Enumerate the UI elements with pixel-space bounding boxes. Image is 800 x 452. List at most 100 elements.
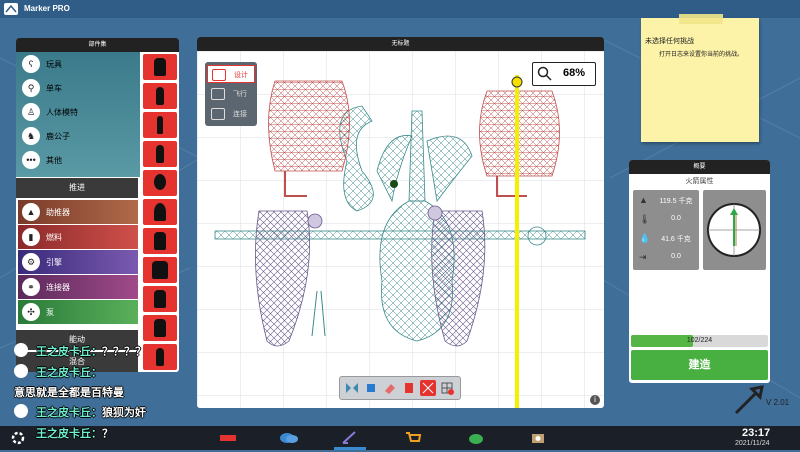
category-other[interactable]: ••• 其他 xyxy=(18,148,138,172)
connect-icon xyxy=(211,108,225,120)
chat-separator: ： xyxy=(91,428,102,440)
square-icon xyxy=(367,384,375,392)
category-bicycle[interactable]: ⚲ 单车 xyxy=(18,76,138,100)
paint-icon xyxy=(405,383,413,393)
eraser-icon xyxy=(385,384,395,394)
stat-temperature: 🌡 0.0 xyxy=(633,211,699,228)
frog-icon xyxy=(469,434,483,444)
chat-avatar xyxy=(14,364,28,378)
clock-date: 2021/11/24 xyxy=(735,440,770,447)
stat-value: 0.0 xyxy=(671,215,681,222)
chat-username: 王之皮卡丘 xyxy=(36,346,91,358)
part-thumbnail[interactable] xyxy=(143,112,177,138)
part-thumbnail[interactable] xyxy=(143,54,177,80)
category-deer[interactable]: ♞ 鹿公子 xyxy=(18,124,138,148)
chat-message: 意思就是全都是百特曼 xyxy=(14,384,124,400)
nav-design-button[interactable] xyxy=(340,429,360,447)
person-icon: ♙ xyxy=(22,103,40,121)
category-label: 连接器 xyxy=(46,283,70,292)
stat-value: 41.6 千克 xyxy=(661,236,691,243)
build-button[interactable]: 建造 xyxy=(631,350,768,380)
category-label: 人体模特 xyxy=(46,108,78,117)
pattern-tool-button[interactable] xyxy=(420,380,436,396)
category-pump[interactable]: ✣ 泵 xyxy=(18,300,138,324)
chat-icon xyxy=(280,433,298,443)
rocket-properties-label: 火箭属性 xyxy=(685,178,714,185)
challenge-title: 未选择任何挑战 xyxy=(645,38,694,45)
compass-icon xyxy=(707,203,761,257)
category-toys[interactable]: ʕ 玩具 xyxy=(18,52,138,76)
mode-fly-button[interactable]: 飞行 xyxy=(207,85,253,101)
section-propulsion[interactable]: 推进 xyxy=(16,178,138,198)
settings-gear-icon[interactable] xyxy=(10,430,26,446)
nav-camera-button[interactable] xyxy=(528,429,548,447)
parts-panel-title: 部件集 xyxy=(16,38,179,52)
mode-connect-button[interactable]: 连接 xyxy=(207,105,253,121)
app-title: Marker PRO xyxy=(24,4,70,13)
chat-separator: ： xyxy=(91,407,102,419)
rocket-icon xyxy=(156,87,164,105)
canvas-title: 无标题 xyxy=(197,37,604,51)
category-mannequin[interactable]: ♙ 人体模特 xyxy=(18,100,138,124)
mode-design-button[interactable]: 设计 xyxy=(207,65,255,83)
stat-thrust: ⇥ 0.0 xyxy=(633,249,699,266)
parts-panel: 部件集 ʕ 玩具 ⚲ 单车 ♙ 人体模特 ♞ 鹿公子 ••• 其他 推进 ▲ 助… xyxy=(16,38,179,372)
category-connector[interactable]: ⚭ 连接器 xyxy=(18,275,138,299)
bear-icon: ʕ xyxy=(22,55,40,73)
part-thumbnail[interactable] xyxy=(143,286,177,312)
stat-mass: ▲ 119.5 千克 xyxy=(633,192,699,209)
paint-tool-button[interactable] xyxy=(401,380,417,396)
chat-text: ？？？？ xyxy=(102,346,146,358)
challenge-note[interactable]: 未选择任何挑战 打开日志来设置你当前的挑战。 xyxy=(641,14,759,142)
category-label: 鹿公子 xyxy=(46,132,70,141)
nav-shop-button[interactable] xyxy=(403,429,423,447)
chat-text: 意思就是全都是百特曼 xyxy=(14,387,124,399)
part-thumbnail[interactable] xyxy=(143,257,177,283)
category-booster[interactable]: ▲ 助推器 xyxy=(18,200,138,224)
part-thumbnail[interactable] xyxy=(143,141,177,167)
tank-icon xyxy=(154,232,166,250)
orientation-compass xyxy=(703,190,766,270)
fuel-icon: ▮ xyxy=(22,228,40,246)
nav-rocket-button[interactable] xyxy=(218,429,238,447)
flip-tool-button[interactable] xyxy=(344,380,360,396)
more-icon: ••• xyxy=(22,151,40,169)
part-thumbnail[interactable] xyxy=(143,199,177,225)
stat-value: 0.0 xyxy=(671,253,681,260)
nav-chat-button[interactable] xyxy=(279,429,299,447)
nav-creature-button[interactable] xyxy=(466,429,486,447)
stat-value: 119.5 千克 xyxy=(659,198,693,205)
bicycle-icon: ⚲ xyxy=(22,79,40,97)
chat-username: 王之皮卡丘 xyxy=(36,428,91,440)
category-fuel[interactable]: ▮ 燃料 xyxy=(18,225,138,249)
booster-icon xyxy=(156,145,164,163)
overview-title: 概要 xyxy=(629,160,770,174)
version-label: V 2.01 xyxy=(766,398,790,407)
category-label: 引擎 xyxy=(46,258,62,267)
part-thumbnail[interactable] xyxy=(143,344,177,370)
engine-icon: ⚙ xyxy=(22,253,40,271)
select-tool-button[interactable] xyxy=(363,380,379,396)
eraser-tool-button[interactable] xyxy=(382,380,398,396)
chat-separator: ： xyxy=(91,367,102,379)
rocket-icon xyxy=(157,116,163,134)
part-thumbnail[interactable] xyxy=(143,83,177,109)
chat-avatar xyxy=(14,404,28,418)
part-thumbnail[interactable] xyxy=(143,315,177,341)
category-label: 泵 xyxy=(46,308,54,317)
thermometer-icon: 🌡 xyxy=(639,214,651,224)
grid-tool-button[interactable] xyxy=(439,380,455,396)
progress-label: 102/224 xyxy=(686,337,713,344)
deer-icon: ♞ xyxy=(22,127,40,145)
design-canvas[interactable] xyxy=(197,51,604,408)
part-thumbnail[interactable] xyxy=(143,170,177,196)
pattern-icon xyxy=(422,382,434,394)
zoom-control[interactable]: 68% xyxy=(532,62,596,86)
booster-icon: ▲ xyxy=(22,203,40,221)
info-icon[interactable]: i xyxy=(590,395,600,405)
category-label: 单车 xyxy=(46,84,62,93)
part-thumbnail[interactable] xyxy=(143,228,177,254)
pump-icon: ✣ xyxy=(22,303,40,321)
category-engine[interactable]: ⚙ 引擎 xyxy=(18,250,138,274)
center-axis-line xyxy=(515,75,519,408)
